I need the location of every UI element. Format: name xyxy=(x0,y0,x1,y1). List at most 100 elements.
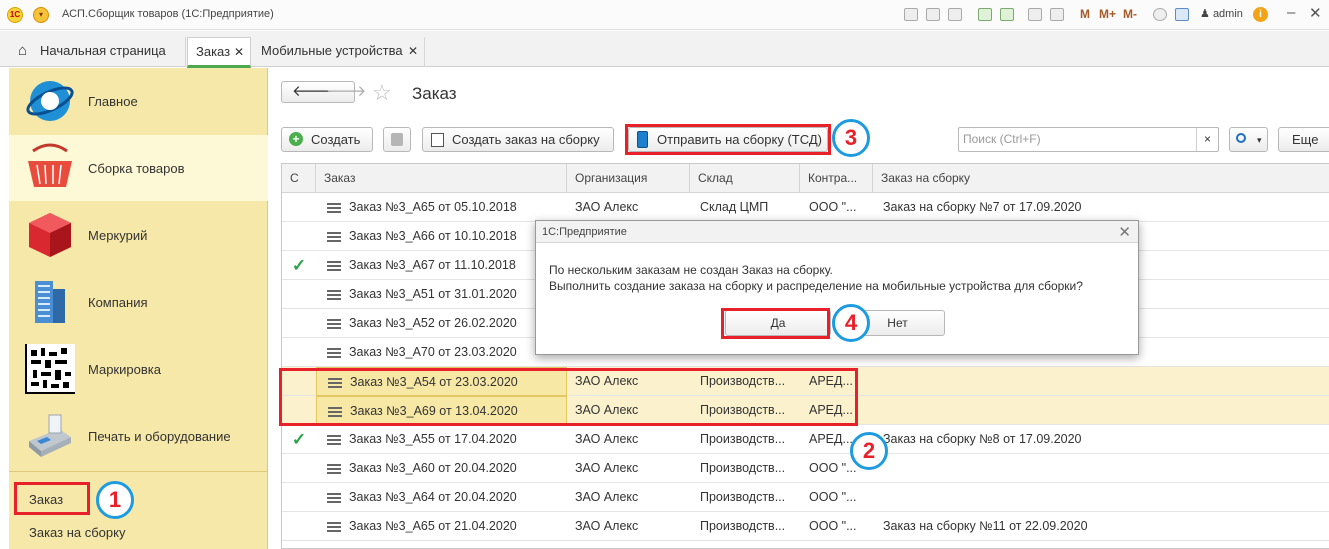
row-organization-cell: ЗАО Алекс xyxy=(567,454,690,483)
document-list-icon xyxy=(327,348,341,358)
save-icon[interactable] xyxy=(904,8,918,21)
zoom-icon[interactable] xyxy=(1153,8,1167,21)
row-order-cell: Заказ №3_А66 от 10.10.2018 xyxy=(316,222,567,251)
table-row[interactable]: ✓ Заказ №3_А55 от 17.04.2020 ЗАО Алекс Прои… xyxy=(282,425,1329,454)
sidebar-item-company[interactable]: Компания xyxy=(9,269,268,335)
sidebar-item-mercury[interactable]: Меркурий xyxy=(9,202,268,268)
table-row[interactable]: Заказ №3_А64 от 20.04.2020 ЗАО Алекс Произ… xyxy=(282,483,1329,512)
print-icon[interactable] xyxy=(926,8,940,21)
minimize-button[interactable]: – xyxy=(1287,4,1295,21)
row-assembly-order-cell: Заказ на сборку №8 от 17.09.2020 xyxy=(873,425,1329,454)
clear-search-icon[interactable]: × xyxy=(1196,128,1218,151)
row-order-cell: Заказ №3_А51 от 31.01.2020 xyxy=(316,280,567,309)
search-options-button[interactable]: ▾ xyxy=(1229,127,1268,152)
row-check-mark xyxy=(282,222,316,251)
table-header: С Заказ Организация Склад Контра... Зака… xyxy=(282,164,1329,193)
sidebar-item-printing[interactable]: Печать и оборудование xyxy=(9,403,268,469)
row-order-cell: Заказ №3_А70 от 23.03.2020 xyxy=(316,338,567,367)
row-organization-cell-text: ЗАО Алекс xyxy=(575,432,639,446)
memory-minus-button[interactable]: M- xyxy=(1123,7,1137,21)
table-row[interactable]: Заказ №3_А65 от 21.04.2020 ЗАО Алекс Произ… xyxy=(282,512,1329,541)
sidebar-link-assembly-order[interactable]: Заказ на сборку xyxy=(29,525,125,540)
callout-4: 4 xyxy=(832,304,870,342)
row-assembly-order-cell-text: Заказ на сборку №11 от 22.09.2020 xyxy=(883,519,1088,533)
close-tab-icon[interactable]: ✕ xyxy=(234,38,244,66)
dialog-title: 1С:Предприятие xyxy=(542,226,627,238)
shopping-basket-icon xyxy=(28,143,72,187)
app-menu-button[interactable]: ▾ xyxy=(33,7,49,23)
row-order-cell-text: Заказ №3_А52 от 26.02.2020 xyxy=(349,316,517,330)
row-check-mark: ✓ xyxy=(282,425,316,454)
memory-button[interactable]: M xyxy=(1080,7,1090,21)
column-header-organization[interactable]: Организация xyxy=(567,164,690,193)
sidebar-item-assembly[interactable]: Сборка товаров xyxy=(9,135,268,201)
info-icon[interactable]: i xyxy=(1253,7,1268,22)
memory-plus-button[interactable]: M+ xyxy=(1099,7,1116,21)
row-assembly-order-cell-text: Заказ на сборку №8 от 17.09.2020 xyxy=(883,432,1082,446)
tab-order[interactable]: Заказ ✕ xyxy=(187,37,251,68)
dialog-close-icon[interactable]: ✕ xyxy=(1118,223,1131,241)
panels-icon[interactable] xyxy=(1175,8,1189,21)
table-row[interactable]: Заказ №3_А65 от 05.10.2018 ЗАО Алекс Склад… xyxy=(282,193,1329,222)
row-warehouse-cell: Склад ЦМП xyxy=(690,193,800,222)
row-assembly-order-cell xyxy=(873,396,1329,425)
row-check-mark xyxy=(282,454,316,483)
close-tab-icon[interactable]: ✕ xyxy=(408,37,418,65)
preview-icon[interactable] xyxy=(948,8,962,21)
row-organization-cell: ЗАО Алекс xyxy=(567,193,690,222)
column-header-contractor[interactable]: Контра... xyxy=(800,164,873,193)
copy-button[interactable] xyxy=(383,127,411,152)
row-order-cell-text: Заказ №3_А64 от 20.04.2020 xyxy=(349,490,517,504)
window-title: АСП.Сборщик товаров (1С:Предприятие) xyxy=(62,8,274,20)
row-check-mark xyxy=(282,483,316,512)
row-contractor-cell-text: ООО "... xyxy=(809,200,857,214)
row-order-cell-text: Заказ №3_А51 от 31.01.2020 xyxy=(349,287,517,301)
row-check-mark xyxy=(282,193,316,222)
row-order-cell-text: Заказ №3_А60 от 20.04.2020 xyxy=(349,461,517,475)
upload-icon[interactable] xyxy=(1000,8,1014,21)
download-icon[interactable] xyxy=(978,8,992,21)
sidebar-item-label: Печать и оборудование xyxy=(88,429,231,444)
forward-arrow-icon[interactable]: 🡒 xyxy=(326,83,366,101)
favorite-star-icon[interactable]: ☆ xyxy=(372,81,392,105)
callout-3: 3 xyxy=(832,119,870,157)
document-icon xyxy=(431,133,444,147)
row-check-mark: ✓ xyxy=(282,251,316,280)
row-warehouse-cell-text: Производств... xyxy=(700,519,786,533)
table-row[interactable]: Заказ №3_А60 от 20.04.2020 ЗАО Алекс Произ… xyxy=(282,454,1329,483)
sidebar-item-main[interactable]: Главное xyxy=(9,68,268,134)
callout-2: 2 xyxy=(850,432,888,470)
sidebar-divider xyxy=(9,471,268,472)
search-input[interactable]: Поиск (Ctrl+F) xyxy=(963,132,1041,146)
row-contractor-cell-text: ООО "... xyxy=(809,519,857,533)
user-name[interactable]: ♟ admin xyxy=(1200,7,1243,20)
table-icon[interactable] xyxy=(1028,8,1042,21)
create-button[interactable]: + Создать xyxy=(281,127,373,152)
row-contractor-cell-text: ООО "... xyxy=(809,490,857,504)
document-list-icon xyxy=(327,232,341,242)
row-warehouse-cell-text: Производств... xyxy=(700,461,786,475)
user-label: admin xyxy=(1212,8,1243,20)
tab-home[interactable]: ⌂ Начальная страница xyxy=(8,37,186,67)
row-check-mark-text: ✓ xyxy=(291,256,307,275)
more-button[interactable]: Еще xyxy=(1278,127,1329,152)
section-tabs-bar: ⌂ Начальная страница Заказ ✕ Мобильные у… xyxy=(0,31,1329,68)
column-header-assembly-order[interactable]: Заказ на сборку xyxy=(873,164,1329,193)
row-organization-cell-text: ЗАО Алекс xyxy=(575,490,639,504)
close-window-button[interactable]: ✕ xyxy=(1309,4,1322,22)
row-organization-cell-text: ЗАО Алекс xyxy=(575,200,639,214)
row-contractor-cell-text: АРЕД... xyxy=(809,432,853,446)
column-header-status[interactable]: С xyxy=(282,164,316,193)
row-order-cell-text: Заказ №3_А55 от 17.04.2020 xyxy=(349,432,517,446)
row-contractor-cell: ООО "... xyxy=(800,512,873,541)
search-field[interactable]: Поиск (Ctrl+F) × xyxy=(958,127,1219,152)
column-header-order[interactable]: Заказ xyxy=(316,164,567,193)
column-header-warehouse[interactable]: Склад xyxy=(690,164,800,193)
tab-mobile-devices[interactable]: Мобильные устройства ✕ xyxy=(253,37,425,67)
calendar-icon[interactable] xyxy=(1050,8,1064,21)
chevron-down-icon: ▾ xyxy=(1257,135,1262,145)
row-order-cell: Заказ №3_А64 от 20.04.2020 xyxy=(316,483,567,512)
cash-register-icon xyxy=(29,414,71,457)
create-assembly-order-button[interactable]: Создать заказ на сборку xyxy=(422,127,614,152)
sidebar-item-marking[interactable]: Маркировка xyxy=(9,336,268,402)
